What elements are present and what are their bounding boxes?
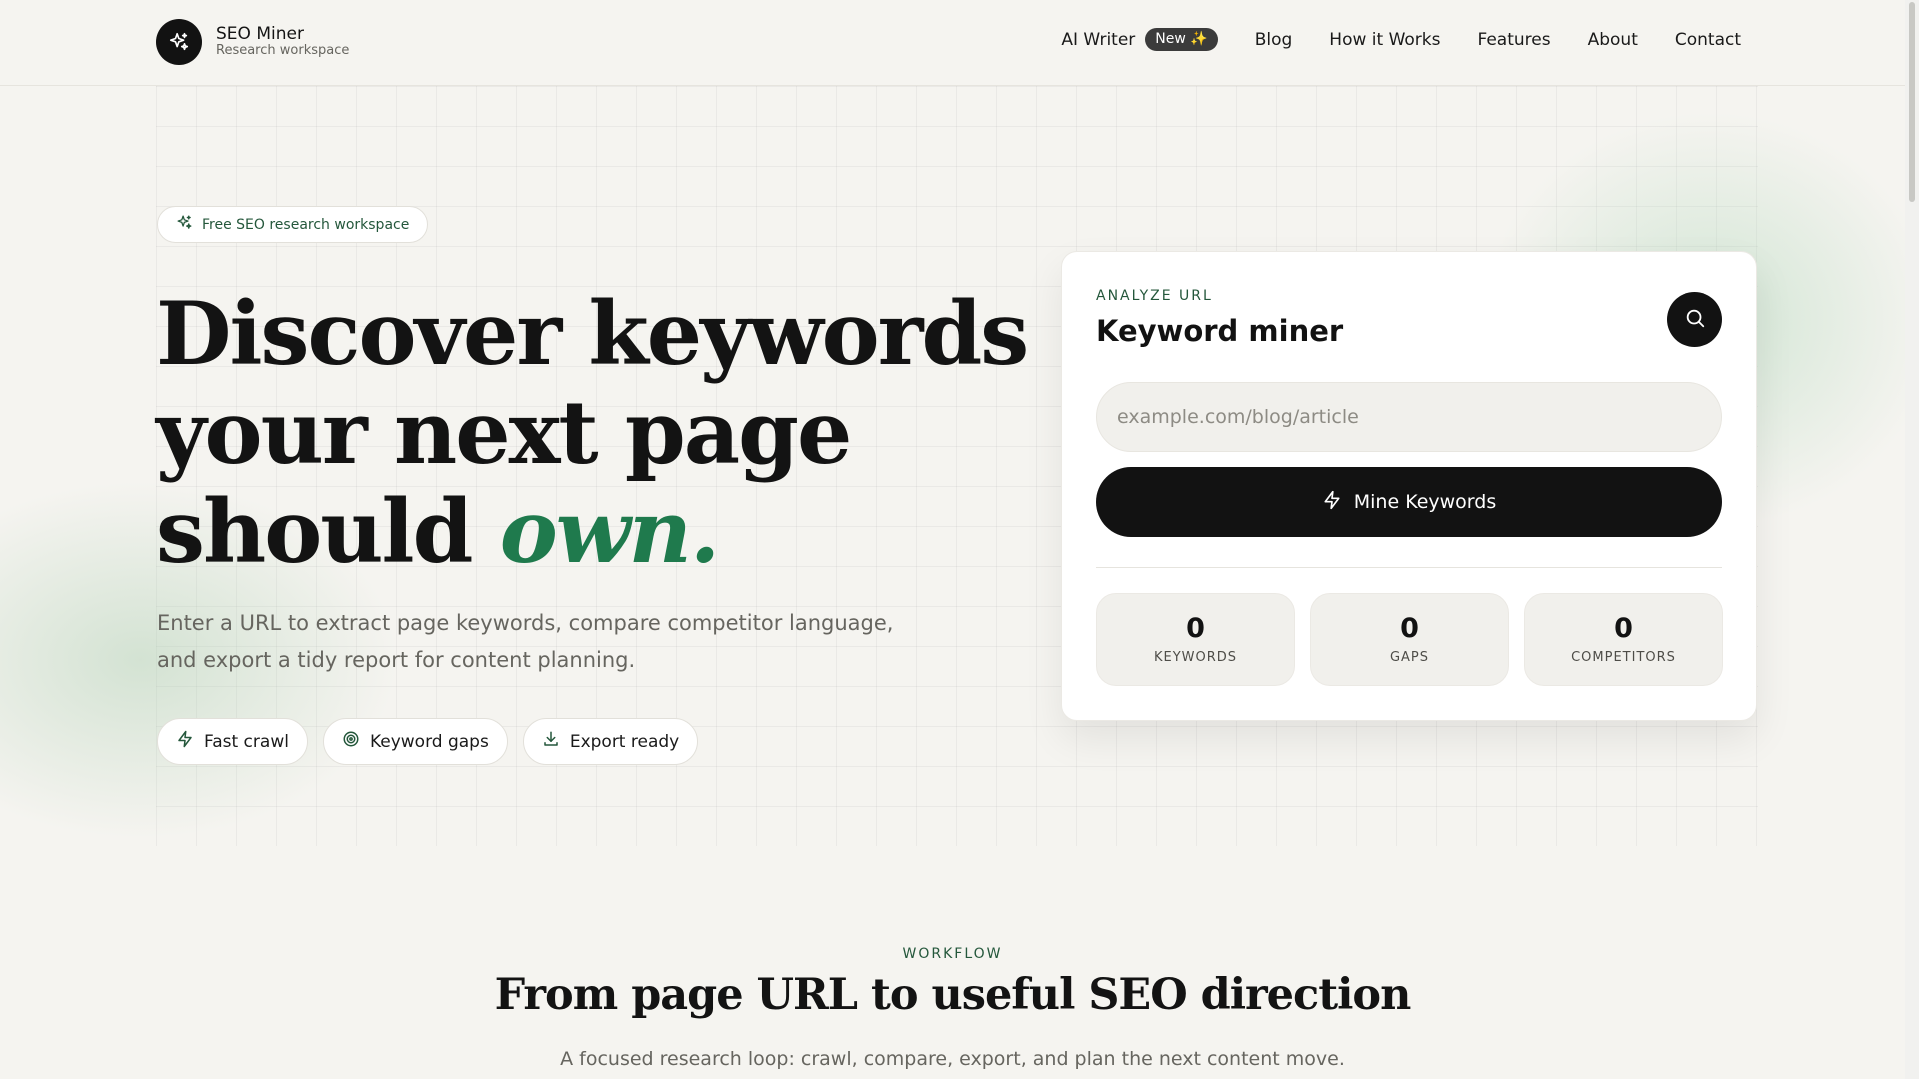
nav-blog[interactable]: Blog — [1255, 30, 1293, 50]
nav-about[interactable]: About — [1588, 30, 1638, 50]
headline-line-3: should — [156, 480, 500, 583]
nav-ai-writer-label: AI Writer — [1061, 29, 1136, 50]
mine-keywords-button[interactable]: Mine Keywords — [1096, 467, 1722, 537]
chip-keyword-gaps: Keyword gaps — [322, 718, 508, 765]
headline-accent: own. — [499, 480, 720, 583]
headline-line-1: Discover keywords — [156, 282, 1029, 385]
search-icon — [1684, 307, 1706, 333]
stat-gaps: 0 GAPS — [1310, 593, 1509, 686]
page-scrollbar[interactable] — [1905, 0, 1919, 1079]
logo-link[interactable]: SEO Miner Research workspace — [156, 19, 349, 65]
headline-line-2: your next page — [156, 381, 852, 484]
hero-pill: Free SEO research workspace — [157, 206, 429, 243]
stat-label: COMPETITORS — [1571, 649, 1676, 665]
stat-keywords: 0 KEYWORDS — [1096, 593, 1295, 686]
hero-headline: Discover keywords your next page should … — [156, 284, 1056, 581]
chip-label: Export ready — [569, 731, 680, 752]
chip-label: Fast crawl — [204, 731, 289, 752]
stat-competitors: 0 COMPETITORS — [1524, 593, 1723, 686]
workflow-subtitle: A focused research loop: crawl, compare,… — [560, 1048, 1345, 1070]
brand-name: SEO Miner — [216, 23, 304, 44]
chip-fast-crawl: Fast crawl — [157, 718, 308, 765]
chip-export-ready: Export ready — [522, 718, 699, 765]
new-badge: New ✨ — [1145, 28, 1218, 51]
chip-label: Keyword gaps — [369, 731, 489, 752]
stat-value: 0 — [1400, 613, 1419, 645]
stat-label: GAPS — [1389, 649, 1430, 665]
workflow-title: From page URL to useful SEO direction — [494, 970, 1412, 1020]
lightning-icon — [176, 730, 194, 753]
nav-features[interactable]: Features — [1477, 30, 1550, 50]
keyword-miner-card: ANALYZE URL Keyword miner Mine Keywords … — [1061, 251, 1757, 721]
feature-chips: Fast crawl Keyword gaps Export ready — [157, 718, 699, 765]
main-nav: AI Writer New ✨ Blog How it Works Featur… — [1061, 28, 1741, 51]
nav-contact[interactable]: Contact — [1675, 30, 1741, 50]
search-button[interactable] — [1667, 292, 1722, 347]
site-header: SEO Miner Research workspace AI Writer N… — [0, 0, 1905, 86]
stat-value: 0 — [1186, 613, 1205, 645]
workflow-eyebrow: WORKFLOW — [902, 946, 1003, 962]
page: SEO Miner Research workspace AI Writer N… — [0, 0, 1905, 1079]
sparkle-icon — [156, 19, 202, 65]
stat-label: KEYWORDS — [1153, 649, 1238, 665]
mine-keywords-label: Mine Keywords — [1353, 491, 1497, 513]
stat-value: 0 — [1614, 613, 1633, 645]
nav-how-it-works[interactable]: How it Works — [1329, 30, 1440, 50]
stats-row: 0 KEYWORDS 0 GAPS 0 COMPETITORS — [1096, 593, 1723, 686]
hero-pill-label: Free SEO research workspace — [202, 216, 410, 233]
divider — [1096, 567, 1722, 568]
card-title: Keyword miner — [1096, 314, 1344, 348]
lightning-icon — [1322, 490, 1342, 515]
scrollbar-thumb[interactable] — [1909, 2, 1915, 202]
download-icon — [542, 730, 560, 753]
sparkle-icon — [176, 214, 193, 235]
url-input[interactable] — [1096, 382, 1722, 452]
brand-tagline: Research workspace — [216, 43, 350, 59]
nav-ai-writer[interactable]: AI Writer New ✨ — [1061, 28, 1218, 51]
hero-description: Enter a URL to extract page keywords, co… — [157, 611, 894, 672]
card-eyebrow: ANALYZE URL — [1096, 288, 1213, 304]
target-icon — [342, 730, 360, 753]
